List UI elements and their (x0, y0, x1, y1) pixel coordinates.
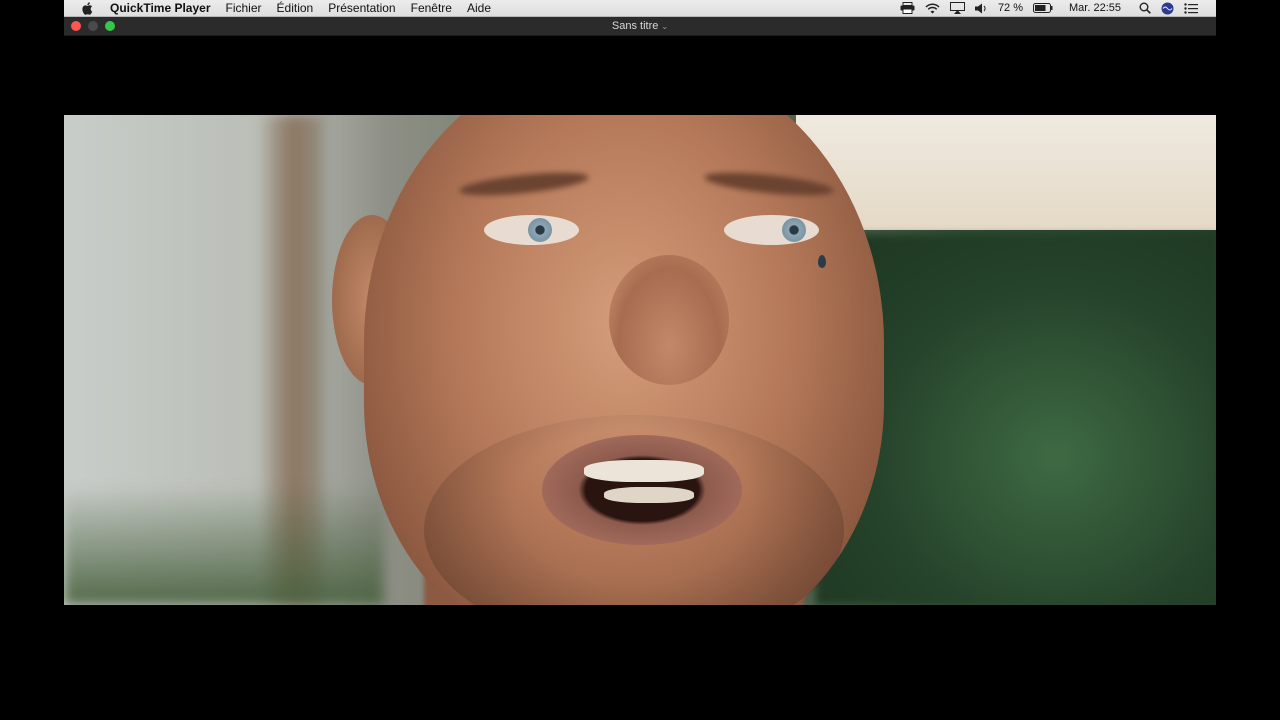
menu-file[interactable]: Fichier (226, 1, 262, 15)
chevron-down-icon: ⌄ (661, 22, 669, 31)
video-background-sky (796, 115, 1216, 230)
video-upper-teeth (584, 460, 704, 482)
airplay-icon[interactable] (949, 2, 965, 14)
video-nose (609, 255, 729, 385)
video-background-grass (64, 485, 384, 605)
wifi-icon[interactable] (925, 2, 940, 14)
video-right-eye (724, 215, 819, 245)
menu-bar: QuickTime Player Fichier Édition Présent… (64, 0, 1216, 17)
window-titlebar[interactable]: Sans titre ⌄ (64, 17, 1216, 36)
search-icon[interactable] (1139, 2, 1151, 14)
window-title: Sans titre (611, 20, 659, 32)
menu-edit[interactable]: Édition (277, 1, 314, 15)
clock[interactable]: Mar. 22:55 (1069, 2, 1121, 14)
video-teardrop-tattoo (818, 255, 826, 268)
menu-window[interactable]: Fenêtre (411, 1, 452, 15)
siri-icon[interactable] (1161, 2, 1174, 15)
printer-icon[interactable] (900, 2, 915, 14)
menu-help[interactable]: Aide (467, 1, 491, 15)
window-title-group[interactable]: Sans titre ⌄ (64, 20, 1216, 32)
battery-icon[interactable] (1033, 3, 1053, 13)
app-menu[interactable]: QuickTime Player (110, 1, 211, 15)
notification-center-icon[interactable] (1184, 2, 1198, 14)
volume-icon[interactable] (974, 3, 988, 14)
video-lower-teeth (604, 487, 694, 503)
video-left-eye (484, 215, 579, 245)
video-player[interactable] (64, 115, 1216, 605)
status-area: 72 % Mar. 22:55 (900, 2, 1216, 15)
apple-menu-icon[interactable] (72, 1, 102, 15)
battery-label: 72 % (997, 2, 1024, 14)
menu-view[interactable]: Présentation (328, 1, 395, 15)
